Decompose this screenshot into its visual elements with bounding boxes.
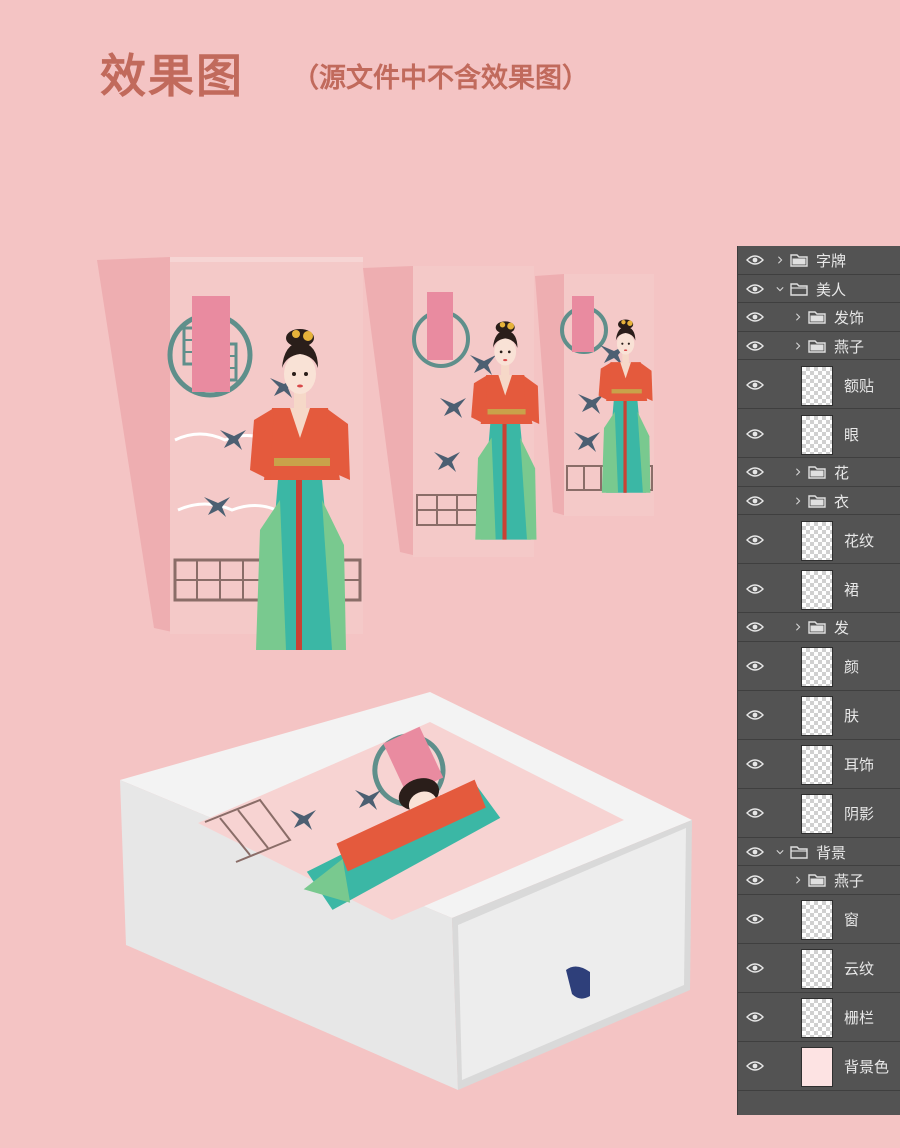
chevron-down-icon[interactable]	[776, 847, 784, 857]
chevron-right-icon[interactable]	[776, 255, 784, 265]
layer-name: 阴影	[844, 805, 875, 823]
chevron-right-icon[interactable]	[794, 875, 802, 885]
layer-row[interactable]: 背景色	[738, 1042, 900, 1091]
chevron-down-icon[interactable]	[776, 284, 784, 294]
layer-row[interactable]: 栅栏	[738, 993, 900, 1042]
chevron-right-icon[interactable]	[794, 312, 802, 322]
layer-name: 额贴	[844, 376, 875, 395]
box-medium	[363, 266, 540, 557]
layer-name: 栅栏	[844, 1009, 875, 1027]
layer-name: 发	[834, 619, 850, 638]
layer-row[interactable]: 云纹	[738, 944, 900, 993]
layer-row[interactable]: 衣	[738, 487, 900, 515]
layers-panel[interactable]: 字牌 美人 发饰 燕子 额贴眼花衣花纹裙发颜肤耳饰 阴影 背景 燕子窗云纹 栅栏 背景色	[737, 246, 900, 1115]
eye-visibility-icon[interactable]	[746, 466, 764, 478]
eye-visibility-icon[interactable]	[746, 621, 764, 633]
layer-name: 花纹	[844, 531, 875, 550]
eye-visibility-icon[interactable]	[746, 807, 764, 819]
folder-icon	[808, 495, 826, 508]
layer-row[interactable]: 发饰	[738, 303, 900, 332]
layer-name: 耳饰	[844, 756, 875, 774]
folder-icon	[808, 311, 826, 324]
layer-name: 美人	[816, 280, 847, 299]
layer-name: 窗	[844, 911, 860, 929]
eye-visibility-icon[interactable]	[746, 660, 764, 672]
layer-thumbnail	[801, 900, 833, 940]
layer-row[interactable]: 窗	[738, 895, 900, 944]
layer-row[interactable]: 燕子	[738, 866, 900, 895]
eye-visibility-icon[interactable]	[746, 874, 764, 886]
eye-visibility-icon[interactable]	[746, 340, 764, 352]
layer-thumbnail	[801, 745, 833, 785]
eye-visibility-icon[interactable]	[746, 428, 764, 440]
chevron-right-icon[interactable]	[794, 467, 802, 477]
eye-visibility-icon[interactable]	[746, 583, 764, 595]
layer-thumbnail	[801, 1047, 833, 1087]
eye-visibility-icon[interactable]	[746, 379, 764, 391]
eye-visibility-icon[interactable]	[746, 534, 764, 546]
layer-thumbnail	[801, 365, 833, 406]
layer-name: 字牌	[816, 252, 847, 271]
layer-name: 发饰	[834, 309, 865, 328]
layer-name: 燕子	[834, 337, 865, 356]
layer-name: 眼	[844, 425, 860, 444]
folder-icon	[808, 466, 826, 479]
eye-visibility-icon[interactable]	[746, 283, 764, 295]
chevron-right-icon[interactable]	[794, 341, 802, 351]
folder-icon	[790, 283, 808, 296]
layer-name: 衣	[834, 492, 850, 511]
eye-visibility-icon[interactable]	[746, 846, 764, 858]
layer-thumbnail	[801, 794, 833, 834]
eye-visibility-icon[interactable]	[746, 1060, 764, 1072]
layer-row[interactable]: 耳饰	[738, 740, 900, 789]
chevron-right-icon[interactable]	[794, 496, 802, 506]
eye-visibility-icon[interactable]	[746, 311, 764, 323]
layer-row[interactable]: 字牌	[738, 246, 900, 275]
box-large	[97, 257, 363, 650]
layer-thumbnail	[801, 949, 833, 989]
folder-icon	[808, 340, 826, 353]
eye-visibility-icon[interactable]	[746, 1011, 764, 1023]
layer-name: 背景色	[844, 1058, 890, 1076]
layer-row[interactable]: 颜	[738, 642, 900, 691]
layer-row[interactable]: 背景	[738, 838, 900, 866]
layer-thumbnail	[801, 647, 833, 687]
layer-row[interactable]: 燕子	[738, 332, 900, 360]
drawer-box	[120, 692, 692, 1090]
folder-icon	[790, 254, 808, 267]
layer-name: 燕子	[834, 872, 865, 891]
layer-name: 颜	[844, 658, 860, 676]
eye-visibility-icon[interactable]	[746, 758, 764, 770]
eye-visibility-icon[interactable]	[746, 913, 764, 925]
layer-row[interactable]: 肤	[738, 691, 900, 740]
layer-row[interactable]: 眼	[738, 409, 900, 458]
layer-name: 云纹	[844, 960, 875, 978]
layer-name: 肤	[844, 707, 860, 725]
layer-thumbnail	[801, 696, 833, 736]
layer-name: 裙	[844, 580, 860, 599]
eye-visibility-icon[interactable]	[746, 709, 764, 721]
box-small	[535, 274, 654, 516]
folder-icon	[790, 846, 808, 859]
layer-name: 花	[834, 464, 850, 483]
layer-row[interactable]: 额贴	[738, 360, 900, 409]
product-mockup-scene	[97, 257, 692, 1090]
folder-icon	[808, 621, 826, 634]
chevron-right-icon[interactable]	[794, 622, 802, 632]
layer-row[interactable]: 阴影	[738, 789, 900, 838]
layer-row[interactable]: 美人	[738, 275, 900, 303]
layer-name: 背景	[816, 843, 847, 862]
layer-row[interactable]: 裙	[738, 564, 900, 613]
layer-thumbnail	[801, 520, 833, 561]
layer-thumbnail	[801, 998, 833, 1038]
eye-visibility-icon[interactable]	[746, 495, 764, 507]
layer-thumbnail	[801, 414, 833, 455]
layer-thumbnail	[801, 569, 833, 610]
layer-row[interactable]: 发	[738, 613, 900, 642]
eye-visibility-icon[interactable]	[746, 962, 764, 974]
eye-visibility-icon[interactable]	[746, 254, 764, 266]
folder-icon	[808, 874, 826, 887]
layer-row[interactable]: 花	[738, 458, 900, 487]
layer-row[interactable]: 花纹	[738, 515, 900, 564]
